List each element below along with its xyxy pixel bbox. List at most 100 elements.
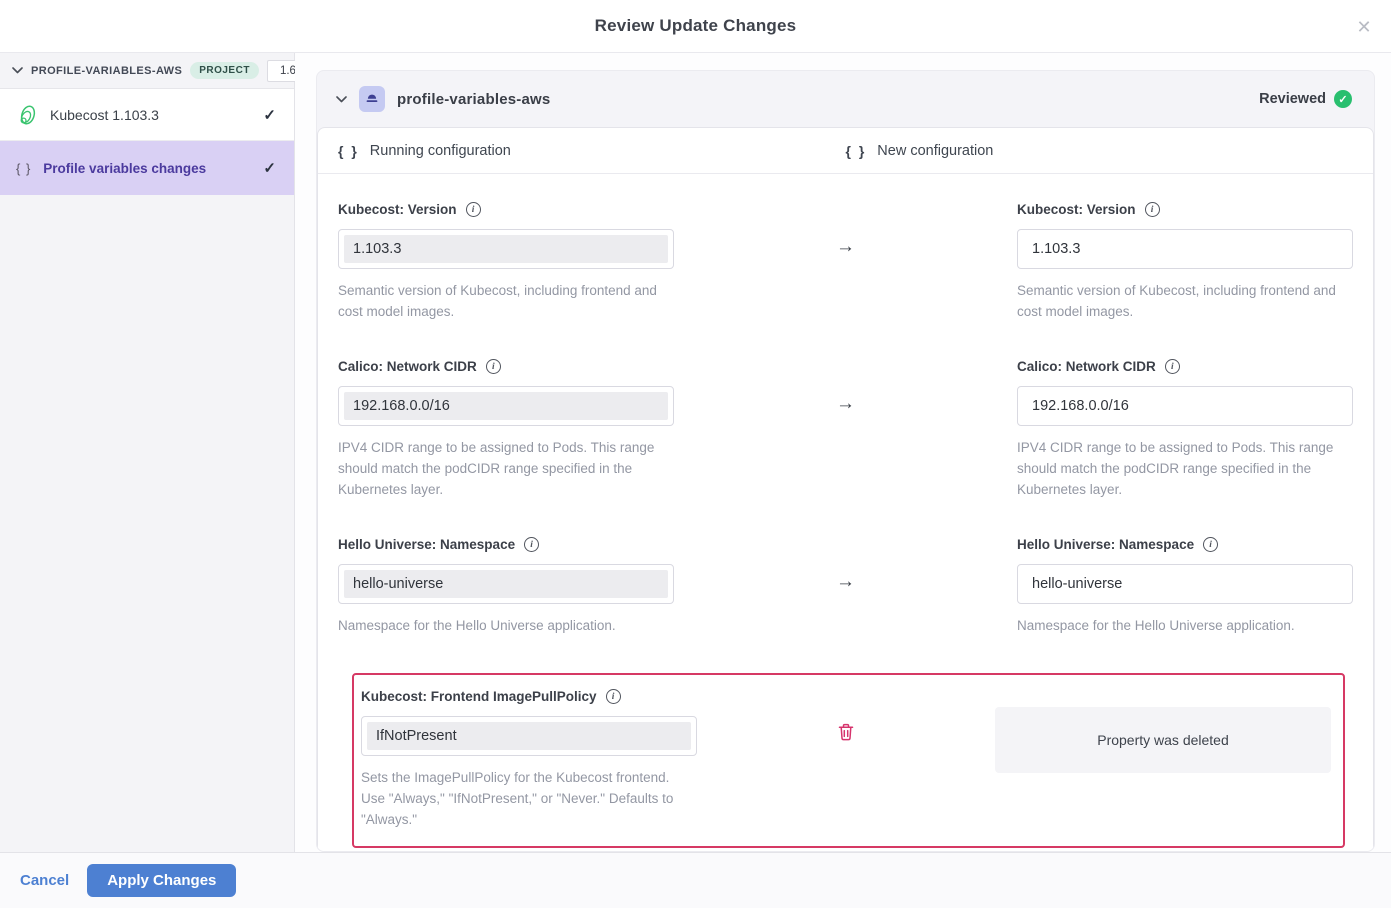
new-value-text: hello-universe [1023, 570, 1347, 598]
info-icon[interactable]: i [486, 359, 501, 374]
field-label: Hello Universe: Namespace i [338, 537, 674, 552]
reviewed-check-icon: ✓ [263, 159, 276, 177]
field-label: Hello Universe: Namespace i [1017, 537, 1353, 552]
profile-pack-icon [359, 86, 385, 112]
field-label: Calico: Network CIDR i [1017, 359, 1353, 374]
sidebar-item-label: Profile variables changes [43, 161, 206, 176]
field-label: Kubecost: Version i [338, 202, 674, 217]
info-icon[interactable]: i [606, 689, 621, 704]
field-label: Calico: Network CIDR i [338, 359, 674, 374]
card-content: Kubecost: Version i 1.103.3 Semantic ver… [318, 174, 1373, 848]
new-value-input[interactable]: hello-universe [1017, 564, 1353, 604]
field-label-text: Kubecost: Version [338, 202, 457, 217]
change-indicator: → [674, 236, 1017, 258]
main-area: profile-variables-aws Reviewed ✓ { } Run… [295, 53, 1391, 852]
arrow-right-icon: → [836, 571, 855, 593]
apply-changes-button[interactable]: Apply Changes [87, 864, 236, 897]
status-check-icon: ✓ [1334, 90, 1352, 108]
running-value-text: hello-universe [344, 570, 668, 598]
new-value-input[interactable]: 1.103.3 [1017, 229, 1353, 269]
running-config-label: Running configuration [370, 143, 511, 159]
kubecost-logo-icon [16, 103, 38, 127]
review-status: Reviewed ✓ [1259, 90, 1352, 108]
running-value-text: 1.103.3 [344, 235, 668, 263]
running-value-input[interactable]: hello-universe [338, 564, 674, 604]
field-row-kubecost-version: Kubecost: Version i 1.103.3 Semantic ver… [338, 202, 1353, 322]
configuration-card: { } Running configuration { } New config… [317, 127, 1374, 852]
field-label-text: Hello Universe: Namespace [338, 537, 515, 552]
panel-header: profile-variables-aws Reviewed ✓ [317, 71, 1374, 127]
new-value-input[interactable]: 192.168.0.0/16 [1017, 386, 1353, 426]
new-config-header: { } New configuration [846, 143, 1374, 159]
running-value-input[interactable]: 1.103.3 [338, 229, 674, 269]
field-description: IPV4 CIDR range to be assigned to Pods. … [338, 437, 674, 500]
sidebar-item-label: Kubecost 1.103.3 [50, 107, 159, 123]
new-field: Hello Universe: Namespace i hello-univer… [1017, 537, 1353, 636]
new-field: Kubecost: Version i 1.103.3 Semantic ver… [1017, 202, 1353, 322]
field-label-text: Kubecost: Frontend ImagePullPolicy [361, 689, 597, 704]
new-field: Calico: Network CIDR i 192.168.0.0/16 IP… [1017, 359, 1353, 500]
profile-name: PROFILE-VARIABLES-AWS [31, 65, 182, 77]
field-row-hello-universe-namespace: Hello Universe: Namespace i hello-univer… [338, 537, 1353, 636]
field-description: Namespace for the Hello Universe applica… [1017, 615, 1353, 636]
sidebar-item-kubecost[interactable]: Kubecost 1.103.3 ✓ [0, 89, 294, 141]
field-description: Semantic version of Kubecost, including … [1017, 280, 1353, 322]
field-label: Kubecost: Frontend ImagePullPolicy i [361, 689, 697, 704]
running-value-text: 192.168.0.0/16 [344, 392, 668, 420]
info-icon[interactable]: i [1203, 537, 1218, 552]
modal-header: Review Update Changes ✕ [0, 0, 1391, 53]
info-icon[interactable]: i [1165, 359, 1180, 374]
field-description: Semantic version of Kubecost, including … [338, 280, 674, 322]
change-indicator: → [674, 571, 1017, 593]
running-field: Calico: Network CIDR i 192.168.0.0/16 IP… [338, 359, 674, 500]
panel-title: profile-variables-aws [397, 91, 550, 108]
new-config-label: New configuration [877, 143, 993, 159]
modal-footer: Cancel Apply Changes [0, 852, 1391, 908]
running-value-text: IfNotPresent [367, 722, 691, 750]
status-label: Reviewed [1259, 91, 1326, 107]
info-icon[interactable]: i [466, 202, 481, 217]
field-label-text: Calico: Network CIDR [338, 359, 477, 374]
running-field: Hello Universe: Namespace i hello-univer… [338, 537, 674, 636]
chevron-down-icon[interactable] [336, 96, 347, 103]
field-description: IPV4 CIDR range to be assigned to Pods. … [1017, 437, 1353, 500]
field-label-text: Calico: Network CIDR [1017, 359, 1156, 374]
info-icon[interactable]: i [524, 537, 539, 552]
sidebar-item-profile-variables[interactable]: { } Profile variables changes ✓ [0, 141, 294, 195]
profile-sidebar: PROFILE-VARIABLES-AWS PROJECT 1.6.0 Kube… [0, 53, 295, 852]
field-description: Namespace for the Hello Universe applica… [338, 615, 674, 636]
running-field: Kubecost: Version i 1.103.3 Semantic ver… [338, 202, 674, 322]
running-value-input[interactable]: 192.168.0.0/16 [338, 386, 674, 426]
braces-icon: { } [16, 161, 31, 176]
braces-icon: { } [846, 143, 867, 159]
running-value-input[interactable]: IfNotPresent [361, 716, 697, 756]
field-label-text: Kubecost: Version [1017, 202, 1136, 217]
field-label-text: Hello Universe: Namespace [1017, 537, 1194, 552]
property-deleted-message: Property was deleted [995, 707, 1331, 773]
change-indicator: → [674, 393, 1017, 415]
new-value-text: 1.103.3 [1023, 235, 1347, 263]
modal-title: Review Update Changes [595, 16, 797, 36]
cancel-button[interactable]: Cancel [20, 872, 69, 889]
deleted-property-block: Kubecost: Frontend ImagePullPolicy i IfN… [352, 673, 1345, 848]
info-icon[interactable]: i [1145, 202, 1160, 217]
card-header: { } Running configuration { } New config… [318, 128, 1373, 174]
arrow-right-icon: → [836, 393, 855, 415]
field-label: Kubecost: Version i [1017, 202, 1353, 217]
arrow-right-icon: → [836, 236, 855, 258]
field-description: Sets the ImagePullPolicy for the Kubecos… [361, 767, 697, 830]
chevron-down-icon[interactable] [12, 67, 23, 74]
profile-panel: profile-variables-aws Reviewed ✓ { } Run… [316, 70, 1375, 852]
reviewed-check-icon: ✓ [263, 106, 276, 124]
close-icon[interactable]: ✕ [1351, 14, 1377, 40]
new-value-text: 192.168.0.0/16 [1023, 392, 1347, 420]
field-row-calico-cidr: Calico: Network CIDR i 192.168.0.0/16 IP… [338, 359, 1353, 500]
sidebar-profile-header[interactable]: PROFILE-VARIABLES-AWS PROJECT 1.6.0 [0, 53, 294, 89]
braces-icon: { } [338, 143, 359, 159]
sidebar-filler [0, 195, 294, 852]
running-field: Kubecost: Frontend ImagePullPolicy i IfN… [361, 689, 697, 830]
delete-trash-icon[interactable] [697, 723, 995, 741]
new-field: Property was deleted [995, 689, 1331, 773]
project-badge: PROJECT [190, 62, 259, 79]
running-config-header: { } Running configuration [318, 143, 846, 159]
